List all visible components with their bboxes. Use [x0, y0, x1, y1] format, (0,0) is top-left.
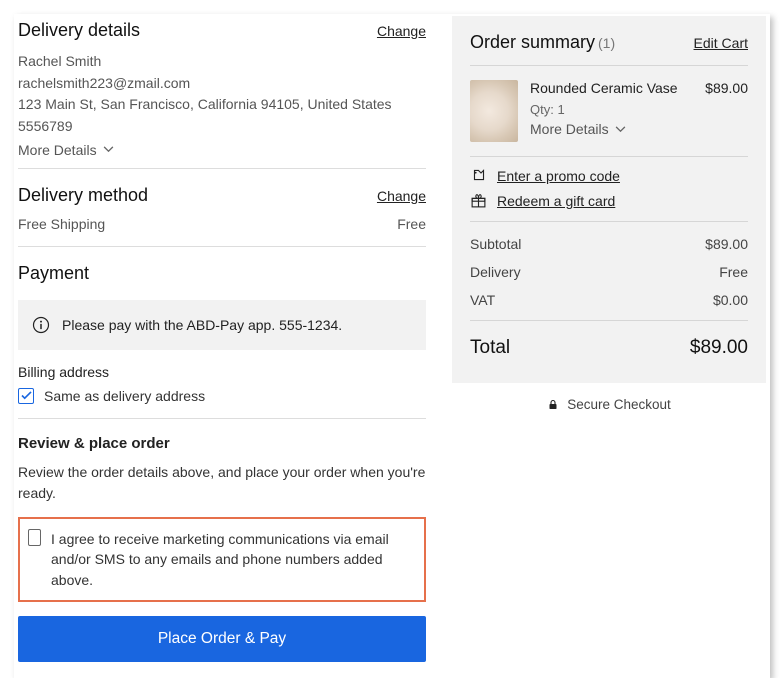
edit-cart-link[interactable]: Edit Cart [694, 35, 748, 51]
delivery-details-heading: Delivery details [18, 20, 140, 41]
gift-card-link[interactable]: Redeem a gift card [497, 193, 615, 209]
customer-email: rachelsmith223@zmail.com [18, 73, 426, 95]
delivery-cost-label: Delivery [470, 264, 521, 280]
item-more-details[interactable]: More Details [530, 121, 626, 137]
change-delivery-link[interactable]: Change [377, 23, 426, 39]
place-order-button[interactable]: Place Order & Pay [18, 616, 426, 662]
chevron-down-icon [615, 126, 626, 133]
chevron-down-icon [103, 146, 114, 153]
payment-heading: Payment [18, 261, 426, 292]
order-summary-heading: Order summary(1) [470, 32, 615, 53]
divider [18, 246, 426, 247]
total-value: $89.00 [690, 337, 748, 359]
subtotal-label: Subtotal [470, 236, 521, 252]
divider [18, 168, 426, 169]
marketing-consent-label: I agree to receive marketing communicati… [51, 529, 416, 590]
product-qty: Qty: 1 [530, 102, 748, 117]
tag-icon [470, 167, 487, 184]
item-more-label: More Details [530, 121, 609, 137]
customer-phone: 5556789 [18, 116, 426, 138]
divider [18, 418, 426, 419]
subtotal-value: $89.00 [705, 236, 748, 252]
order-summary-count: (1) [598, 35, 615, 51]
info-icon [32, 316, 50, 334]
product-price: $89.00 [705, 80, 748, 96]
gift-icon [470, 192, 487, 209]
vat-label: VAT [470, 292, 495, 308]
total-label: Total [470, 337, 510, 359]
payment-banner-text: Please pay with the ABD-Pay app. 555-123… [62, 317, 342, 333]
review-prompt: Review the order details above, and plac… [18, 462, 426, 505]
order-summary-heading-text: Order summary [470, 32, 595, 52]
secure-checkout-text: Secure Checkout [567, 397, 671, 412]
product-name: Rounded Ceramic Vase [530, 80, 678, 96]
review-heading: Review & place order [18, 435, 426, 452]
billing-address-heading: Billing address [18, 364, 426, 380]
same-as-delivery-checkbox[interactable] [18, 388, 34, 404]
delivery-method-heading: Delivery method [18, 185, 148, 206]
customer-address: 123 Main St, San Francisco, California 9… [18, 94, 426, 116]
shipping-name: Free Shipping [18, 216, 105, 232]
product-thumbnail [470, 80, 518, 142]
cart-item: Rounded Ceramic Vase $89.00 Qty: 1 More … [470, 66, 748, 156]
more-details-label: More Details [18, 142, 97, 158]
marketing-consent-checkbox[interactable] [28, 529, 41, 546]
payment-info-banner: Please pay with the ABD-Pay app. 555-123… [18, 300, 426, 350]
delivery-more-details[interactable]: More Details [18, 142, 114, 158]
customer-name: Rachel Smith [18, 51, 426, 73]
shipping-cost: Free [397, 216, 426, 232]
vat-value: $0.00 [713, 292, 748, 308]
same-as-delivery-label: Same as delivery address [44, 388, 205, 404]
secure-checkout-note: Secure Checkout [452, 383, 766, 416]
change-method-link[interactable]: Change [377, 188, 426, 204]
lock-icon [547, 398, 559, 411]
order-summary-panel: Order summary(1) Edit Cart Rounded Ceram… [452, 16, 766, 383]
promo-code-link[interactable]: Enter a promo code [497, 168, 620, 184]
marketing-consent-box: I agree to receive marketing communicati… [18, 517, 426, 602]
delivery-cost-value: Free [719, 264, 748, 280]
